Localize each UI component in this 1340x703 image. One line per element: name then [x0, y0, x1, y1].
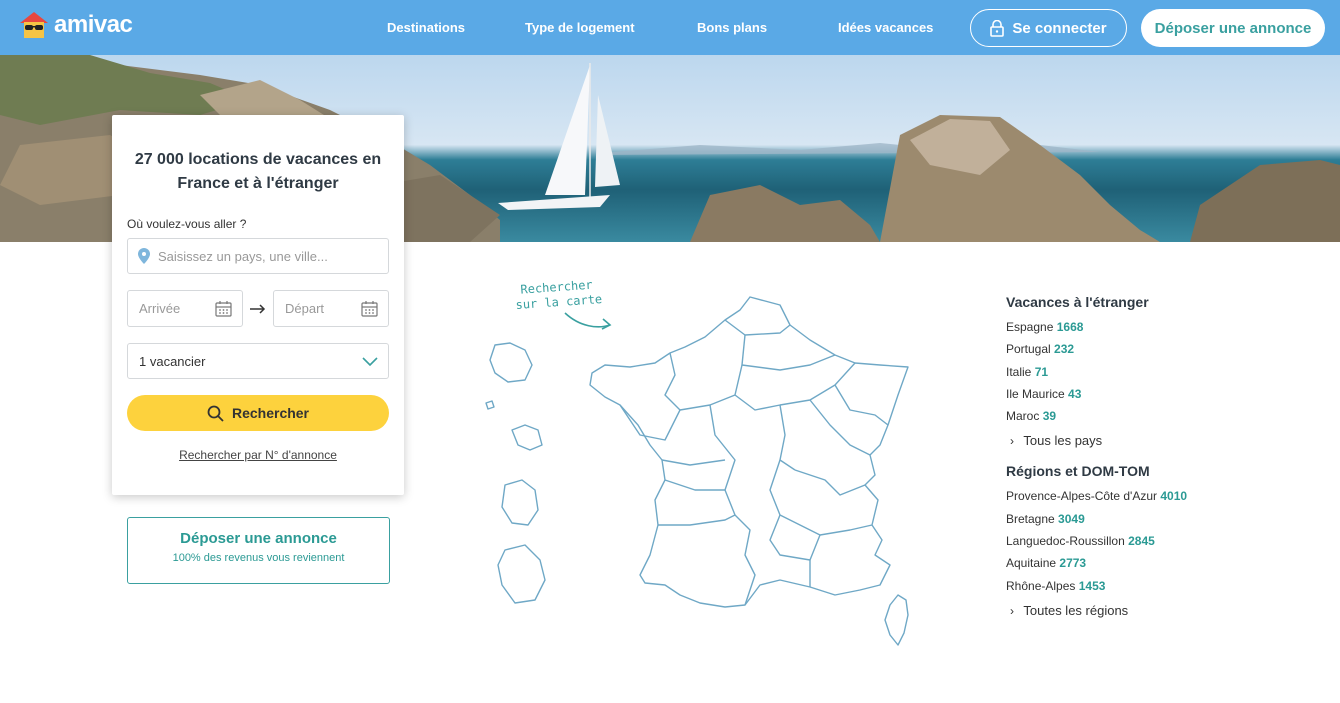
listing-count: 39	[1042, 409, 1057, 424]
arrow-right-icon	[250, 304, 266, 314]
france-outline	[589, 296, 909, 608]
nav-type-logement[interactable]: Type de logement	[525, 20, 635, 35]
search-icon	[207, 405, 224, 422]
calendar-icon	[215, 300, 232, 317]
arrival-date-input[interactable]: Arrivée	[127, 290, 243, 327]
all-countries-link[interactable]: › Tous les pays	[1006, 427, 1306, 455]
dom-tom-guadeloupe	[511, 424, 543, 451]
all-countries-label: Tous les pays	[1023, 433, 1103, 449]
post-ad-box[interactable]: Déposer une annonce 100% des revenus vou…	[127, 517, 390, 584]
region-link-rhone-alpes[interactable]: Rhône-Alpes 1453	[1006, 575, 1306, 597]
search-card-title: 27 000 locations de vacances en France e…	[134, 151, 382, 192]
country-name: Ile Maurice	[1006, 386, 1065, 401]
region-name: Rhône-Alpes	[1006, 578, 1076, 593]
dom-tom-guyane	[497, 544, 546, 604]
dom-tom-reunion	[489, 342, 533, 383]
listing-count: 3049	[1058, 511, 1085, 526]
region-link-paca[interactable]: Provence-Alpes-Côte d'Azur 4010	[1006, 485, 1306, 507]
listing-count: 4010	[1160, 489, 1188, 504]
post-ad-subtitle: 100% des revenus vous reviennent	[172, 552, 345, 564]
france-map[interactable]	[480, 285, 920, 655]
login-button[interactable]: Se connecter	[970, 9, 1127, 47]
regions-section-title: Régions et DOM-TOM	[1006, 463, 1150, 480]
destination-input[interactable]: Saisissez un pays, une ville...	[127, 238, 389, 274]
guests-select[interactable]: 1 vacancier	[127, 343, 389, 379]
dom-tom-mayotte	[485, 400, 495, 410]
abroad-link-espagne[interactable]: Espagne 1668	[1006, 316, 1306, 338]
destination-placeholder: Saisissez un pays, une ville...	[158, 248, 328, 264]
search-button[interactable]: Rechercher	[127, 395, 389, 431]
listing-count: 232	[1054, 342, 1075, 357]
country-name: Espagne	[1006, 320, 1054, 334]
house-sunglasses-icon	[20, 12, 48, 38]
region-link-languedoc[interactable]: Languedoc-Roussillon 2845	[1006, 530, 1306, 552]
abroad-link-ile-maurice[interactable]: Ile Maurice 43	[1006, 383, 1306, 405]
guests-value: 1 vacancier	[139, 353, 206, 369]
listing-count: 43	[1068, 386, 1082, 401]
country-name: Maroc	[1006, 409, 1040, 424]
region-name: Bretagne	[1006, 511, 1055, 526]
all-regions-link[interactable]: › Toutes les régions	[1006, 597, 1306, 625]
post-ad-title: Déposer une annonce	[180, 530, 337, 547]
listing-count: 2773	[1059, 556, 1087, 571]
right-column-links: Vacances à l'étranger Espagne 1668 Portu…	[1006, 294, 1306, 625]
listing-count: 1668	[1056, 320, 1084, 334]
listing-count: 71	[1034, 364, 1049, 379]
region-link-aquitaine[interactable]: Aquitaine 2773	[1006, 552, 1306, 574]
post-ad-button[interactable]: Déposer une annonce	[1141, 9, 1325, 47]
map-pin-icon	[138, 248, 150, 264]
search-button-label: Rechercher	[231, 405, 310, 421]
nav-bons-plans[interactable]: Bons plans	[697, 20, 767, 35]
region-name: Languedoc-Roussillon	[1006, 534, 1125, 549]
nav-idees-vacances[interactable]: Idées vacances	[838, 20, 933, 35]
search-by-ref-link[interactable]: Rechercher par N° d'annonce	[112, 448, 404, 462]
departure-placeholder: Départ	[285, 301, 325, 316]
abroad-link-italie[interactable]: Italie 71	[1006, 361, 1306, 383]
nav-destinations[interactable]: Destinations	[387, 20, 465, 35]
abroad-link-maroc[interactable]: Maroc 39	[1006, 405, 1306, 427]
brand-name: amivac	[54, 11, 133, 38]
top-nav-bar: amivac Destinations Type de logement Bon…	[0, 0, 1340, 55]
lock-icon	[990, 19, 1005, 37]
dom-tom-martinique	[501, 479, 539, 526]
listing-count: 2845	[1128, 534, 1155, 549]
region-link-bretagne[interactable]: Bretagne 3049	[1006, 508, 1306, 530]
calendar-icon	[361, 300, 378, 317]
brand-logo[interactable]: amivac	[18, 10, 133, 40]
chevron-right-icon: ›	[1010, 603, 1014, 618]
arrival-placeholder: Arrivée	[139, 301, 181, 316]
region-name: Aquitaine	[1006, 556, 1057, 571]
destination-label: Où voulez-vous aller ?	[127, 217, 247, 231]
country-name: Portugal	[1006, 342, 1051, 357]
country-name: Italie	[1006, 364, 1032, 379]
all-regions-label: Toutes les régions	[1023, 602, 1129, 618]
listing-count: 1453	[1078, 578, 1106, 593]
departure-date-input[interactable]: Départ	[273, 290, 389, 327]
abroad-section-title: Vacances à l'étranger	[1006, 294, 1149, 310]
chevron-down-icon	[362, 356, 378, 366]
abroad-link-portugal[interactable]: Portugal 232	[1006, 338, 1306, 360]
chevron-right-icon: ›	[1010, 434, 1014, 449]
login-label: Se connecter	[1012, 19, 1107, 37]
region-name: Provence-Alpes-Côte d'Azur	[1006, 489, 1158, 504]
search-card: 27 000 locations de vacances en France e…	[112, 115, 404, 495]
corsica-outline	[884, 594, 909, 646]
